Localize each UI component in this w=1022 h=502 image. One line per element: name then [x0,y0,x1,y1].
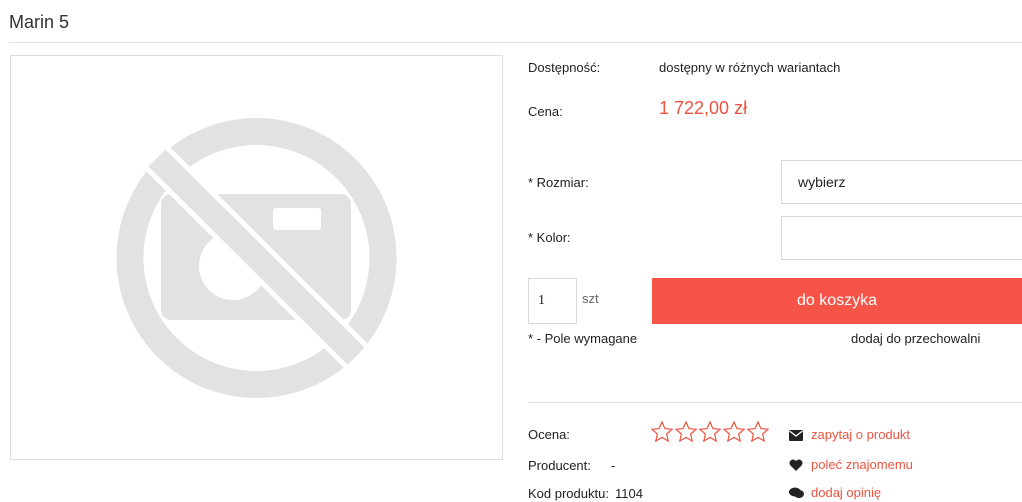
add-to-cart-button[interactable]: do koszyka [652,278,1022,324]
product-image[interactable] [10,55,503,460]
product-code-label: Kod produktu: [528,486,609,501]
star-outline-icon[interactable] [674,420,698,444]
quantity-unit: szt [582,291,599,306]
color-label: * Kolor: [528,230,571,245]
star-outline-icon[interactable] [722,420,746,444]
availability-value: dostępny w różnych wariantach [659,60,841,75]
title-divider [9,42,1022,43]
meta-divider [528,402,1022,403]
rating-stars[interactable] [650,420,770,444]
rating-label: Ocena: [528,427,570,442]
size-label: * Rozmiar: [528,175,589,190]
star-outline-icon[interactable] [746,420,770,444]
availability-label: Dostępność: [528,60,601,75]
price-value: 1 722,00 zł [659,98,748,118]
heart-icon [789,459,803,471]
add-review-link[interactable]: dodaj opinię [811,485,881,500]
star-outline-icon[interactable] [650,420,674,444]
product-title: Marin 5 [9,12,70,32]
size-select[interactable]: wybierz [781,160,1022,204]
quantity-input[interactable]: 1 [528,278,577,324]
price-label: Cena: [528,104,563,119]
producer-label: Producent: [528,458,591,473]
recommend-to-friend-link[interactable]: poleć znajomemu [811,457,913,472]
ask-about-product-link[interactable]: zapytaj o produkt [811,427,910,442]
no-photo-icon [116,118,397,398]
required-note: * - Pole wymagane [528,331,638,346]
envelope-icon [789,430,803,441]
comments-icon [789,487,804,498]
product-code-value: 1104 [615,486,643,501]
add-to-storage-link[interactable]: dodaj do przechowalni [851,331,980,346]
color-select[interactable] [781,216,1022,260]
producer-value: - [611,458,616,473]
star-outline-icon[interactable] [698,420,722,444]
